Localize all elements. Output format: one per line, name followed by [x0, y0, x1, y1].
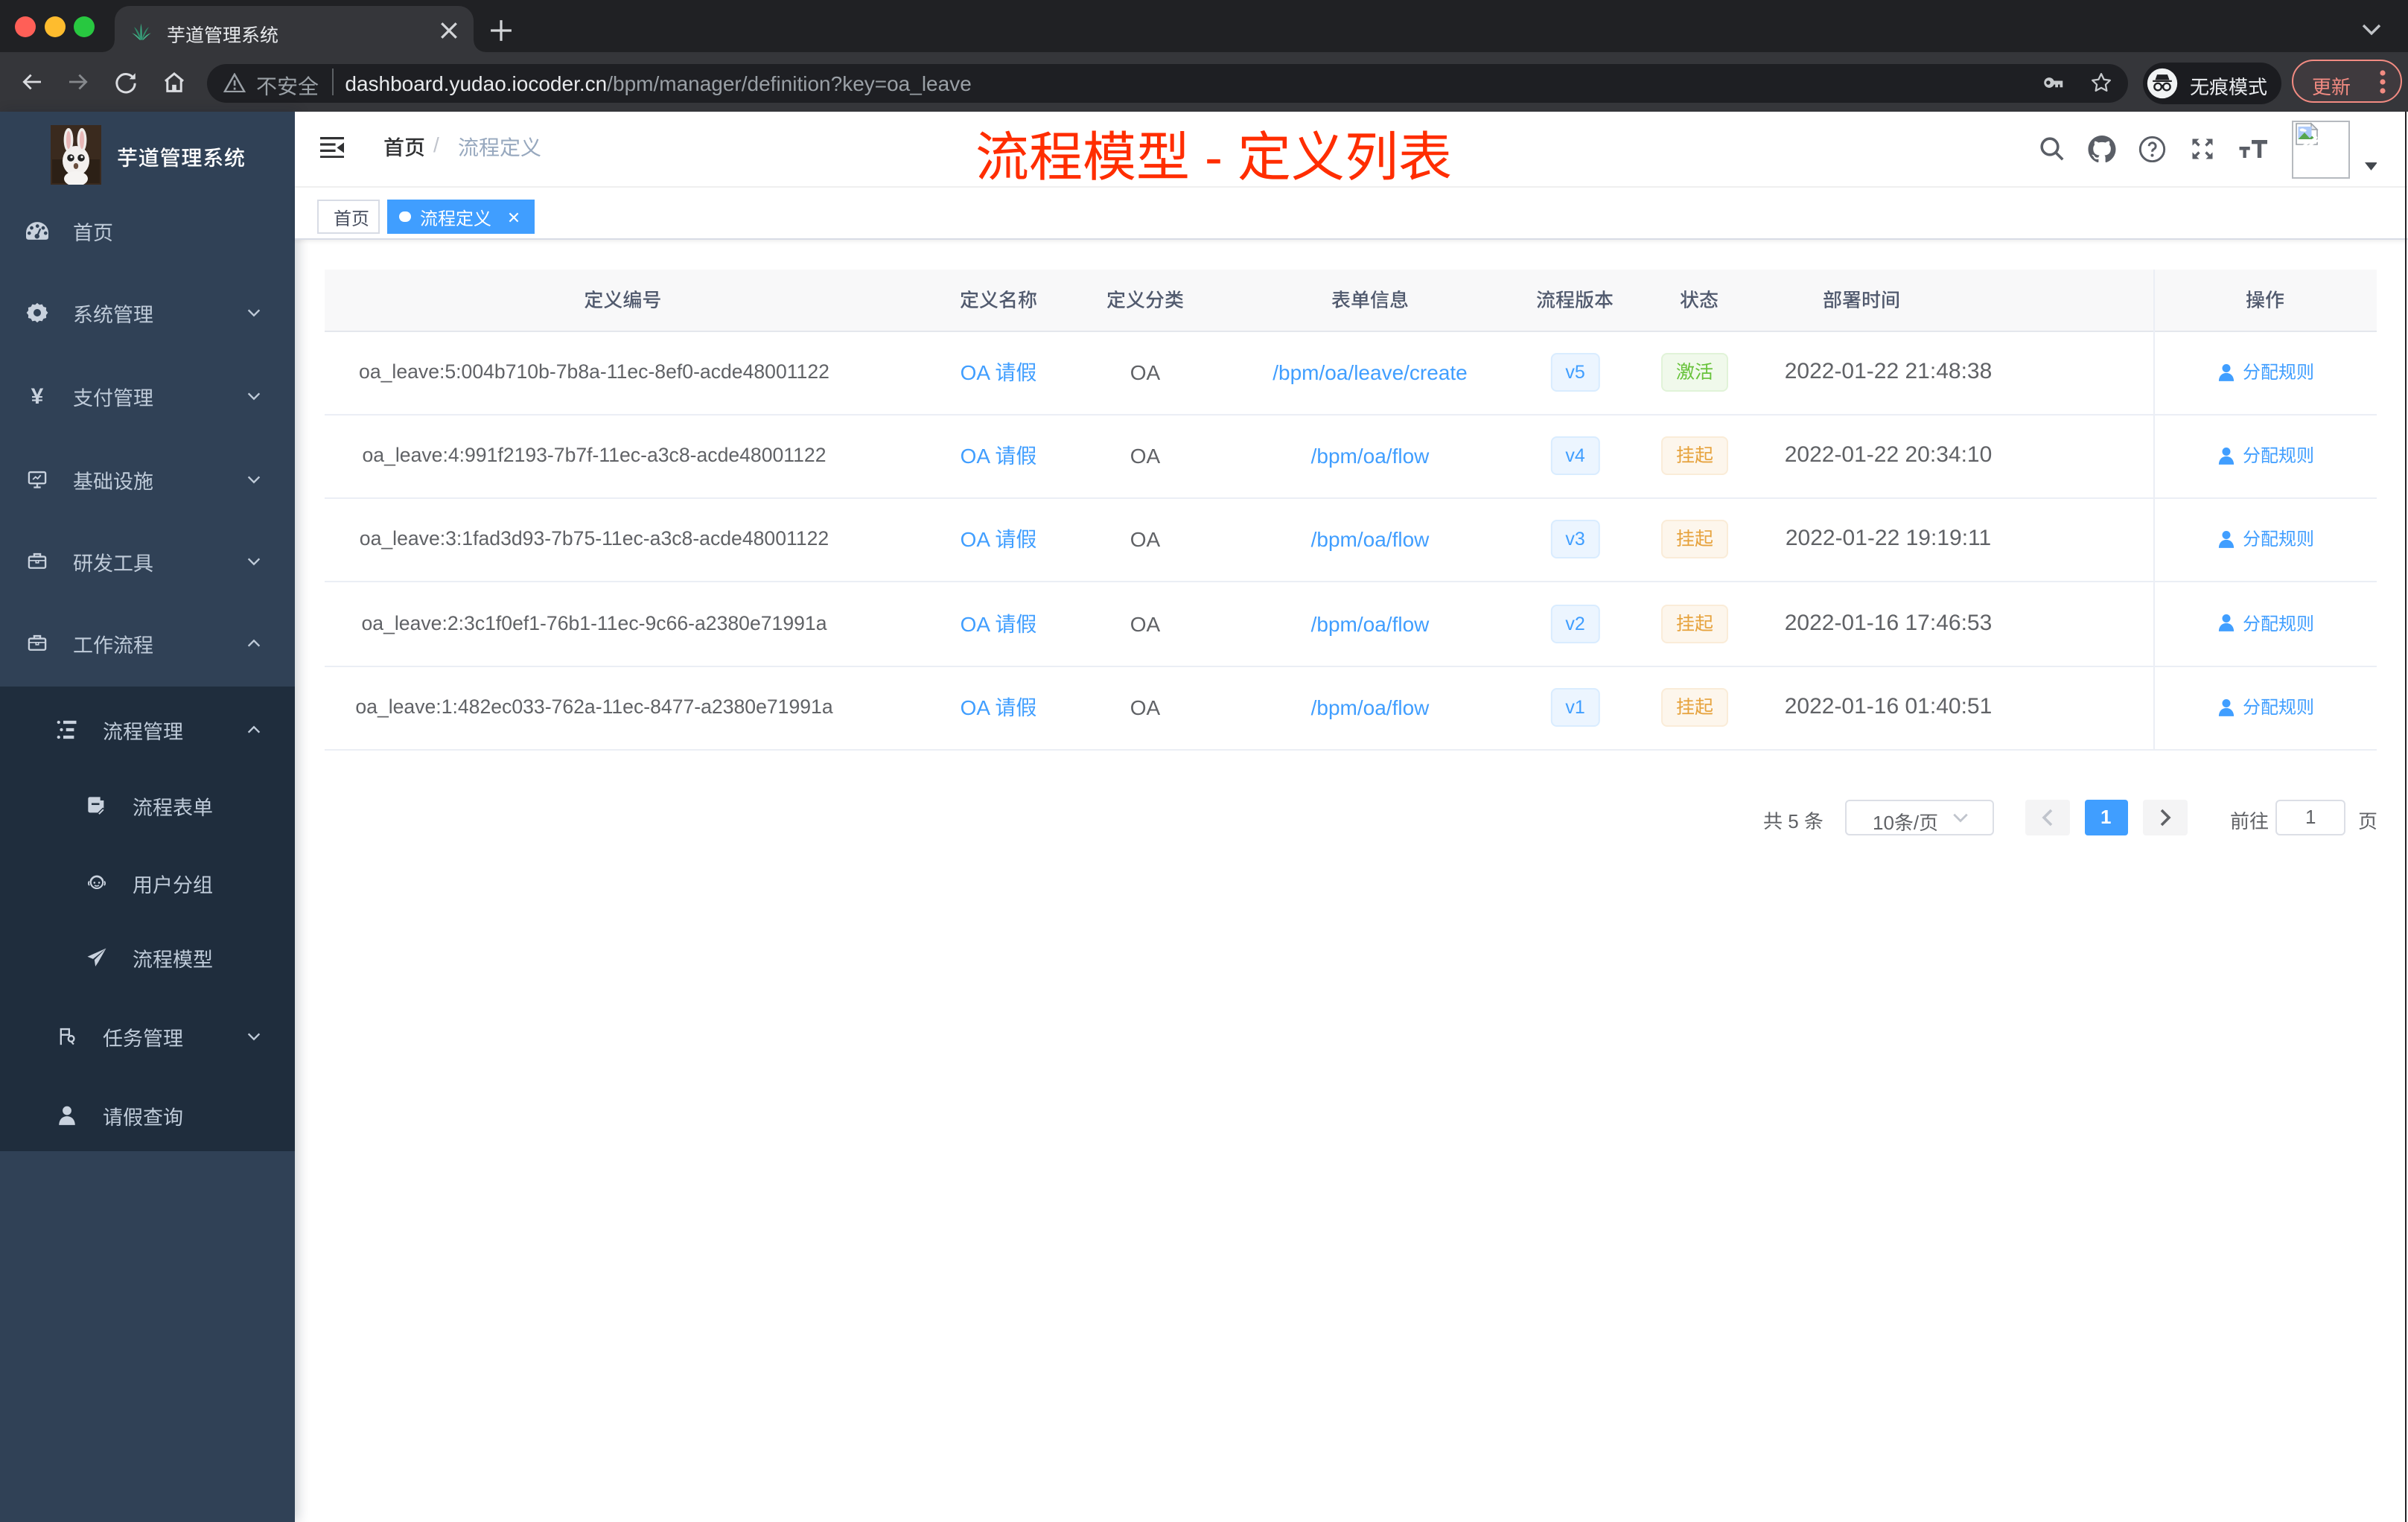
svg-text:¥: ¥ [31, 384, 44, 408]
